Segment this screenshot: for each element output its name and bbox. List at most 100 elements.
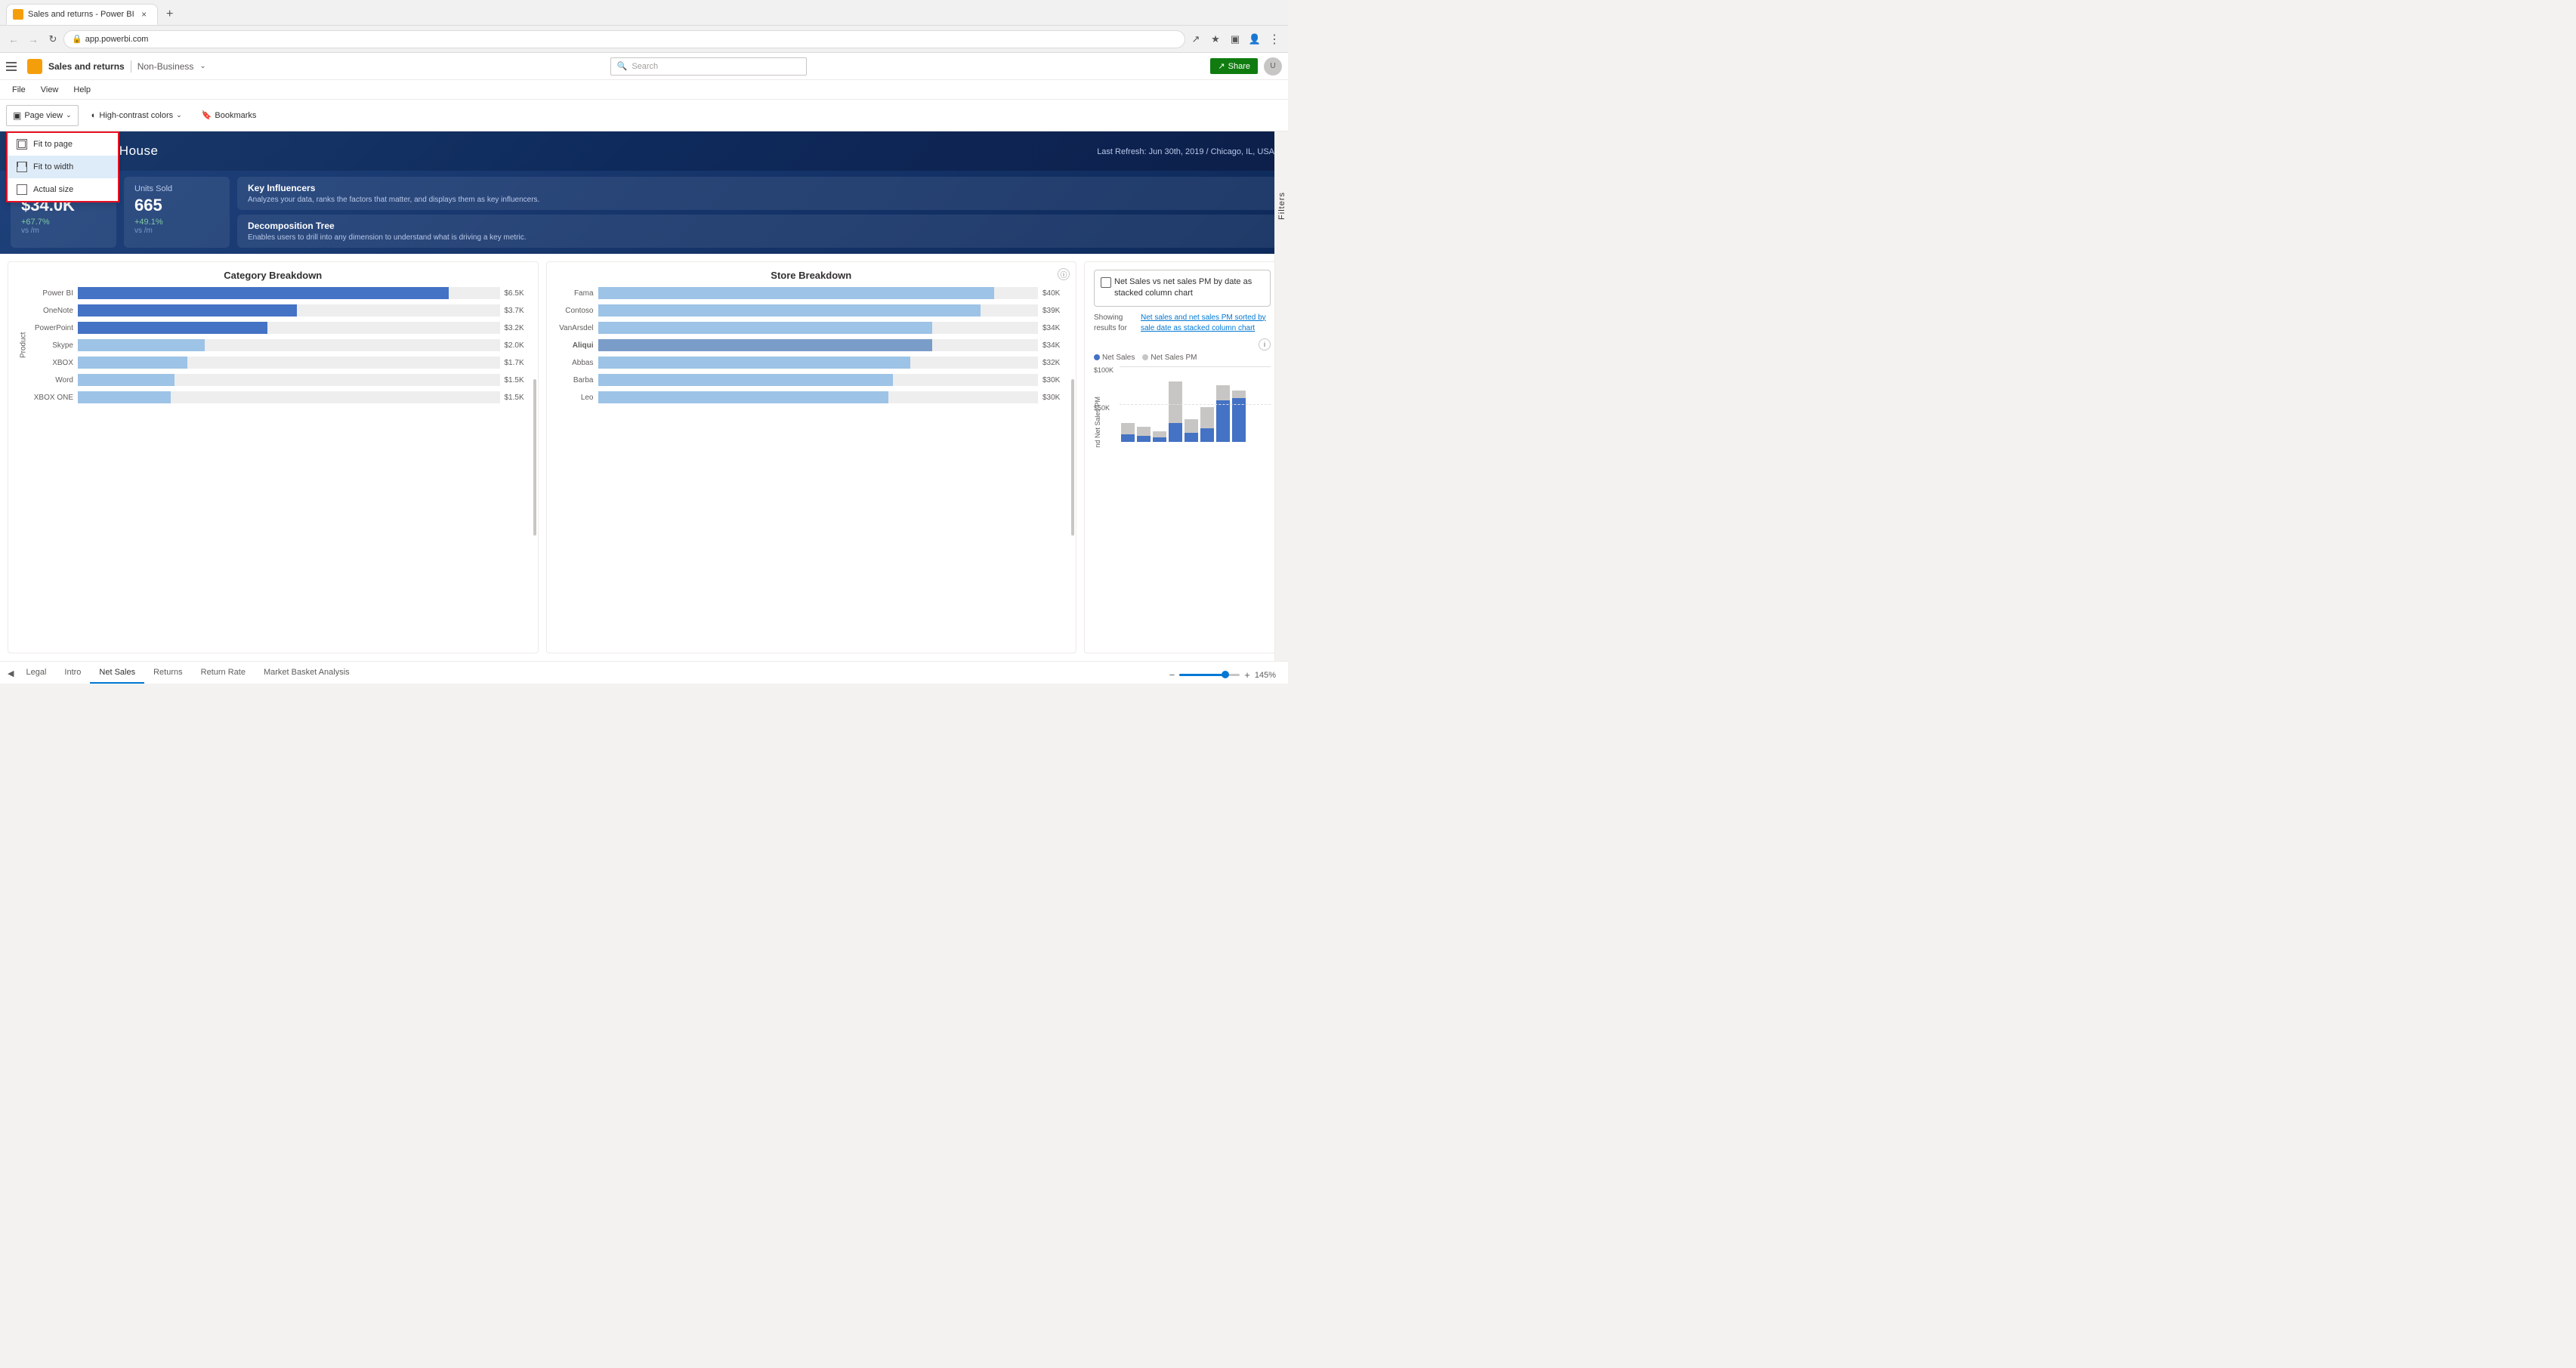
tab-favicon [13,9,23,20]
y-axis-chart-label: nd Net Sales PM [1094,397,1101,448]
lock-icon: 🔒 [72,34,82,44]
help-menu[interactable]: Help [66,80,98,100]
zoom-minus-button[interactable]: − [1169,669,1175,681]
fit-page-icon [17,139,27,150]
bar-row-powerpoint: PowerPoint $3.2K [29,322,529,334]
ai-query-box: Net Sales vs net sales PM by date as sta… [1094,270,1271,307]
key-influencers-title: Key Influencers [248,183,1267,193]
chat-icon [1101,277,1111,288]
zoom-slider-track[interactable] [1179,674,1240,676]
store-bar-contoso: Contoso $39K [556,304,1067,317]
store-bar-leo: Leo $30K [556,391,1067,403]
search-box[interactable]: 🔍 Search [610,57,807,76]
zoom-slider-fill [1179,674,1228,676]
close-tab-icon[interactable]: × [139,9,150,20]
results-link[interactable]: Net sales and net sales PM sorted by sal… [1141,313,1271,334]
tab-intro[interactable]: Intro [55,662,90,684]
tab-nav-left[interactable]: ◀ [5,662,17,684]
store-info-icon[interactable]: ⓘ [1058,268,1070,280]
actual-size-label: Actual size [33,185,73,194]
actual-size-icon [17,184,27,195]
refresh-button[interactable]: ↻ [44,30,62,48]
store-breakdown-title: Store Breakdown [556,270,1067,281]
page-view-chevron-icon: ⌄ [66,111,72,119]
address-bar[interactable]: 🔒 app.powerbi.com [63,30,1185,48]
actual-size-option[interactable]: Actual size [8,178,118,201]
hamburger-menu[interactable] [6,59,21,74]
key-influencers-card[interactable]: Key Influencers Analyzes your data, rank… [237,177,1277,210]
bar-row-powerbi: Power BI $6.5K [29,287,529,299]
workspace-chevron-icon[interactable]: ⌄ [199,62,205,70]
bar-row-word: Word $1.5K [29,374,529,386]
y-axis-label-100k: $100K [1094,366,1113,374]
view-menu[interactable]: View [33,80,66,100]
page-view-label: Page view [24,111,63,120]
extension-icon[interactable]: ▣ [1226,30,1244,48]
tab-legal[interactable]: Legal [17,662,55,684]
bar-row-onenote: OneNote $3.7K [29,304,529,317]
store-breakdown-panel: Store Breakdown Fama $40K Contoso [546,261,1077,653]
fit-to-width-option[interactable]: Fit to width [8,156,118,178]
tab-title: Sales and returns - Power BI [28,10,134,19]
key-influencers-desc: Analyzes your data, ranks the factors th… [248,196,1267,204]
ai-insights-panel: Net Sales vs net sales PM by date as sta… [1084,261,1280,653]
zoom-slider-thumb[interactable] [1222,671,1229,678]
category-y-axis-label: Product [17,287,29,403]
net-sales-legend-label: Net Sales [1102,354,1135,362]
page-view-button[interactable]: ▣ Page view ⌄ [6,105,79,126]
file-menu[interactable]: File [5,80,33,100]
high-contrast-button[interactable]: ◐ High-contrast colors ⌄ [85,105,189,126]
bar-row-xboxone: XBOX ONE $1.5K [29,391,529,403]
cast-icon[interactable]: ↗ [1187,30,1205,48]
browser-tab[interactable]: Sales and returns - Power BI × [6,4,158,25]
net-sales-pm-legend-dot [1142,354,1148,360]
user-avatar[interactable]: U [1264,57,1282,76]
net-sales-legend-dot [1094,354,1100,360]
fit-to-page-option[interactable]: Fit to page [8,133,118,156]
last-refresh-text: Last Refresh: Jun 30th, 2019 / Chicago, … [1097,147,1274,156]
high-contrast-icon: ◐ [91,111,97,120]
filters-side-panel[interactable]: Filters [1274,131,1288,661]
profile-icon[interactable]: 👤 [1246,30,1264,48]
page-view-icon: ▣ [13,110,21,121]
fit-width-icon [17,162,27,172]
bookmarks-button[interactable]: 🔖 Bookmarks [195,105,264,126]
high-contrast-label: High-contrast colors [99,111,173,120]
more-options-icon[interactable]: ⋮ [1265,30,1283,48]
decomposition-tree-card[interactable]: Decomposition Tree Enables users to dril… [237,215,1277,248]
bar-row-xbox: XBOX $1.7K [29,357,529,369]
kpi-units-label: Units Sold [134,184,219,193]
zoom-plus-button[interactable]: + [1244,669,1250,681]
bookmarks-icon: 🔖 [202,110,212,120]
pbi-logo [27,59,42,74]
tab-market-basket[interactable]: Market Basket Analysis [255,662,359,684]
kpi-units-change: +49.1% [134,218,219,227]
search-icon: 🔍 [617,61,628,71]
tab-net-sales[interactable]: Net Sales [90,662,144,684]
tab-returns[interactable]: Returns [144,662,192,684]
fit-to-page-label: Fit to page [33,140,73,149]
store-scroll-handle[interactable] [1071,379,1074,536]
category-breakdown-title: Category Breakdown [17,270,529,281]
kpi-units-period: vs /m [134,227,219,235]
category-breakdown-panel: Category Breakdown Product Power BI $6.5… [8,261,539,653]
workspace-name[interactable]: Non-Business [137,61,194,72]
chart-scroll-handle[interactable] [533,379,536,536]
bookmark-star-icon[interactable]: ★ [1206,30,1225,48]
store-bar-vanarsdel: VanArsdel $34K [556,322,1067,334]
share-label: Share [1228,62,1250,71]
store-bar-abbas: Abbas $32K [556,357,1067,369]
tab-return-rate[interactable]: Return Rate [192,662,255,684]
kpi-net-sales-change: +67.7% [21,218,106,227]
kpi-units-sold: Units Sold 665 +49.1% vs /m [124,177,230,248]
kpi-net-sales-period: vs /m [21,227,106,235]
share-button[interactable]: ↗ Share [1210,58,1258,74]
bar-row-skype: Skype $2.0K [29,339,529,351]
new-tab-button[interactable]: + [161,5,179,23]
showing-label: Showing results for [1094,313,1136,334]
filters-label: Filters [1277,192,1286,220]
ai-info-icon[interactable]: i [1259,338,1271,350]
back-button[interactable]: ← [5,30,23,48]
forward-button[interactable]: → [24,30,42,48]
decomp-tree-desc: Enables users to drill into any dimensio… [248,233,1267,242]
